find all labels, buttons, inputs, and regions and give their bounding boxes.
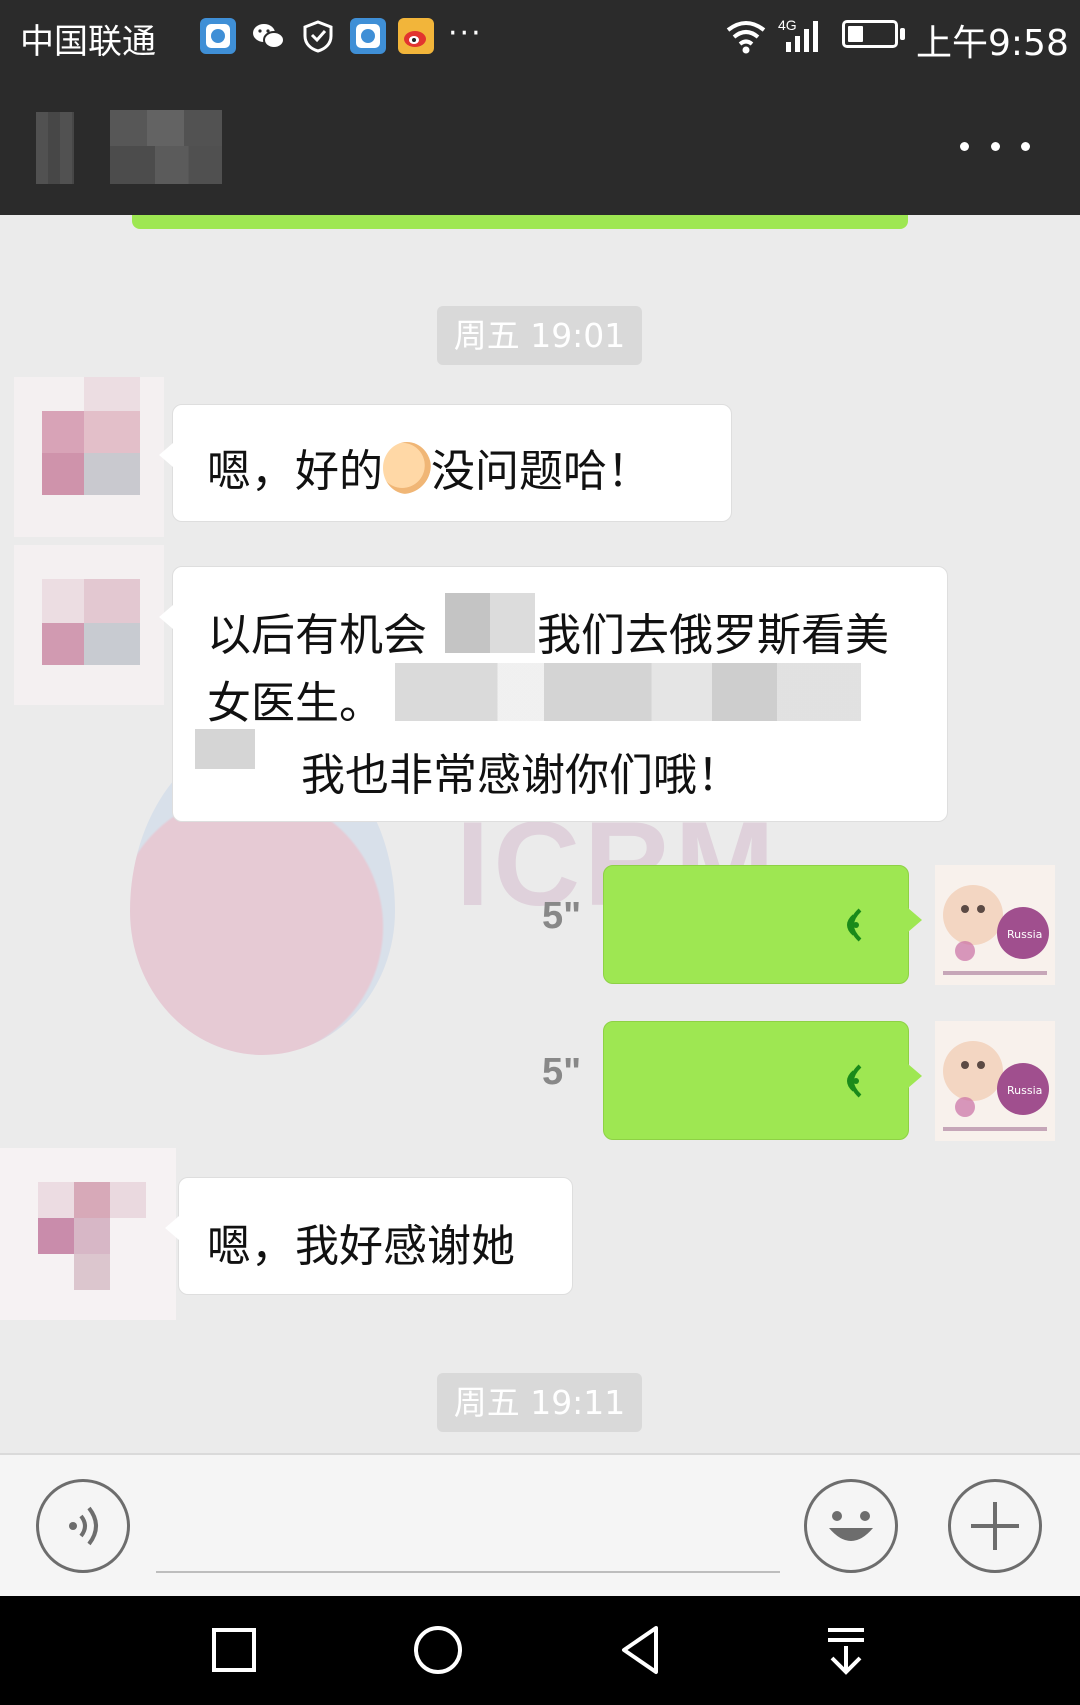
voice-message-bubble[interactable] bbox=[603, 1021, 922, 1140]
my-avatar[interactable]: Russia bbox=[935, 865, 1055, 985]
home-icon[interactable] bbox=[406, 1618, 470, 1682]
chat-title-bar bbox=[0, 76, 1080, 215]
incoming-message-bubble[interactable]: 嗯，好的 没问题哈！ bbox=[159, 404, 732, 522]
status-time: 上午9:58 bbox=[916, 23, 1069, 64]
redacted-text bbox=[445, 593, 535, 653]
app-notification-icon bbox=[350, 18, 386, 54]
battery-icon bbox=[842, 20, 898, 48]
voice-message-bubble[interactable] bbox=[603, 865, 922, 984]
voice-wave-icon bbox=[847, 908, 862, 942]
message-text-line: 女医生。 bbox=[207, 678, 383, 729]
incoming-message-bubble[interactable]: 以后有机会 我们去俄罗斯看美 女医生。 我也非常感谢你们哦！ bbox=[159, 566, 948, 822]
contact-avatar[interactable] bbox=[14, 377, 164, 537]
contact-avatar[interactable] bbox=[14, 545, 164, 705]
wechat-icon bbox=[250, 18, 286, 54]
message-text: 嗯，我好感谢她 bbox=[207, 1221, 515, 1272]
voice-input-icon[interactable] bbox=[36, 1479, 130, 1573]
system-navigation-bar bbox=[0, 1596, 1080, 1705]
message-text-line: 我也非常感谢你们哦！ bbox=[301, 750, 741, 801]
wifi-icon bbox=[726, 21, 766, 54]
shield-icon bbox=[300, 18, 336, 54]
battery-level bbox=[848, 26, 863, 42]
status-bar: 中国联通 ··· 4G 上午9:58 bbox=[0, 0, 1080, 76]
message-text-line: 我们去俄罗斯看美 bbox=[537, 610, 889, 661]
battery-tip bbox=[900, 28, 905, 40]
cellular-signal-icon: 4G bbox=[778, 17, 818, 52]
recent-apps-icon[interactable] bbox=[202, 1618, 266, 1682]
message-text-line: 以后有机会 bbox=[207, 610, 427, 661]
voice-wave-icon bbox=[847, 1064, 862, 1098]
network-type-label: 4G bbox=[778, 17, 797, 33]
previous-message-bubble[interactable] bbox=[132, 215, 908, 229]
message-timestamp: 周五 19:11 bbox=[437, 1373, 642, 1432]
carrier-name: 中国联通 bbox=[20, 22, 156, 62]
chat-input-bar bbox=[0, 1453, 1080, 1596]
more-notifications-indicator: ··· bbox=[448, 16, 483, 51]
voice-duration: 5" bbox=[542, 895, 582, 937]
incoming-message-bubble[interactable]: 嗯，我好感谢她 bbox=[165, 1177, 573, 1295]
redacted-text bbox=[395, 663, 861, 721]
chat-message-list[interactable]: 爱优选 ICRM 周五 19:01 嗯，好的没问题哈！ 以后有机会 我们去俄罗斯… bbox=[0, 215, 1080, 1453]
more-icon[interactable] bbox=[960, 124, 1030, 168]
message-timestamp: 周五 19:01 bbox=[437, 306, 642, 365]
message-input[interactable] bbox=[156, 1571, 780, 1573]
notification-pull-icon[interactable] bbox=[814, 1618, 878, 1682]
weibo-icon bbox=[398, 18, 434, 54]
contact-avatar[interactable] bbox=[0, 1148, 176, 1320]
app-notification-icon bbox=[200, 18, 236, 54]
voice-duration: 5" bbox=[542, 1051, 582, 1093]
contact-name-redacted bbox=[110, 110, 222, 184]
message-text: 嗯，好的 没问题哈！ bbox=[207, 435, 651, 499]
redacted-text bbox=[195, 729, 255, 769]
plus-icon[interactable] bbox=[948, 1479, 1042, 1573]
emoji-icon[interactable] bbox=[804, 1479, 898, 1573]
back-icon[interactable] bbox=[610, 1618, 674, 1682]
my-avatar[interactable]: Russia bbox=[935, 1021, 1055, 1141]
back-button[interactable] bbox=[36, 112, 74, 184]
ok-hand-icon bbox=[383, 442, 431, 494]
svg-text:Russia: Russia bbox=[1007, 928, 1042, 941]
svg-text:Russia: Russia bbox=[1007, 1084, 1042, 1097]
